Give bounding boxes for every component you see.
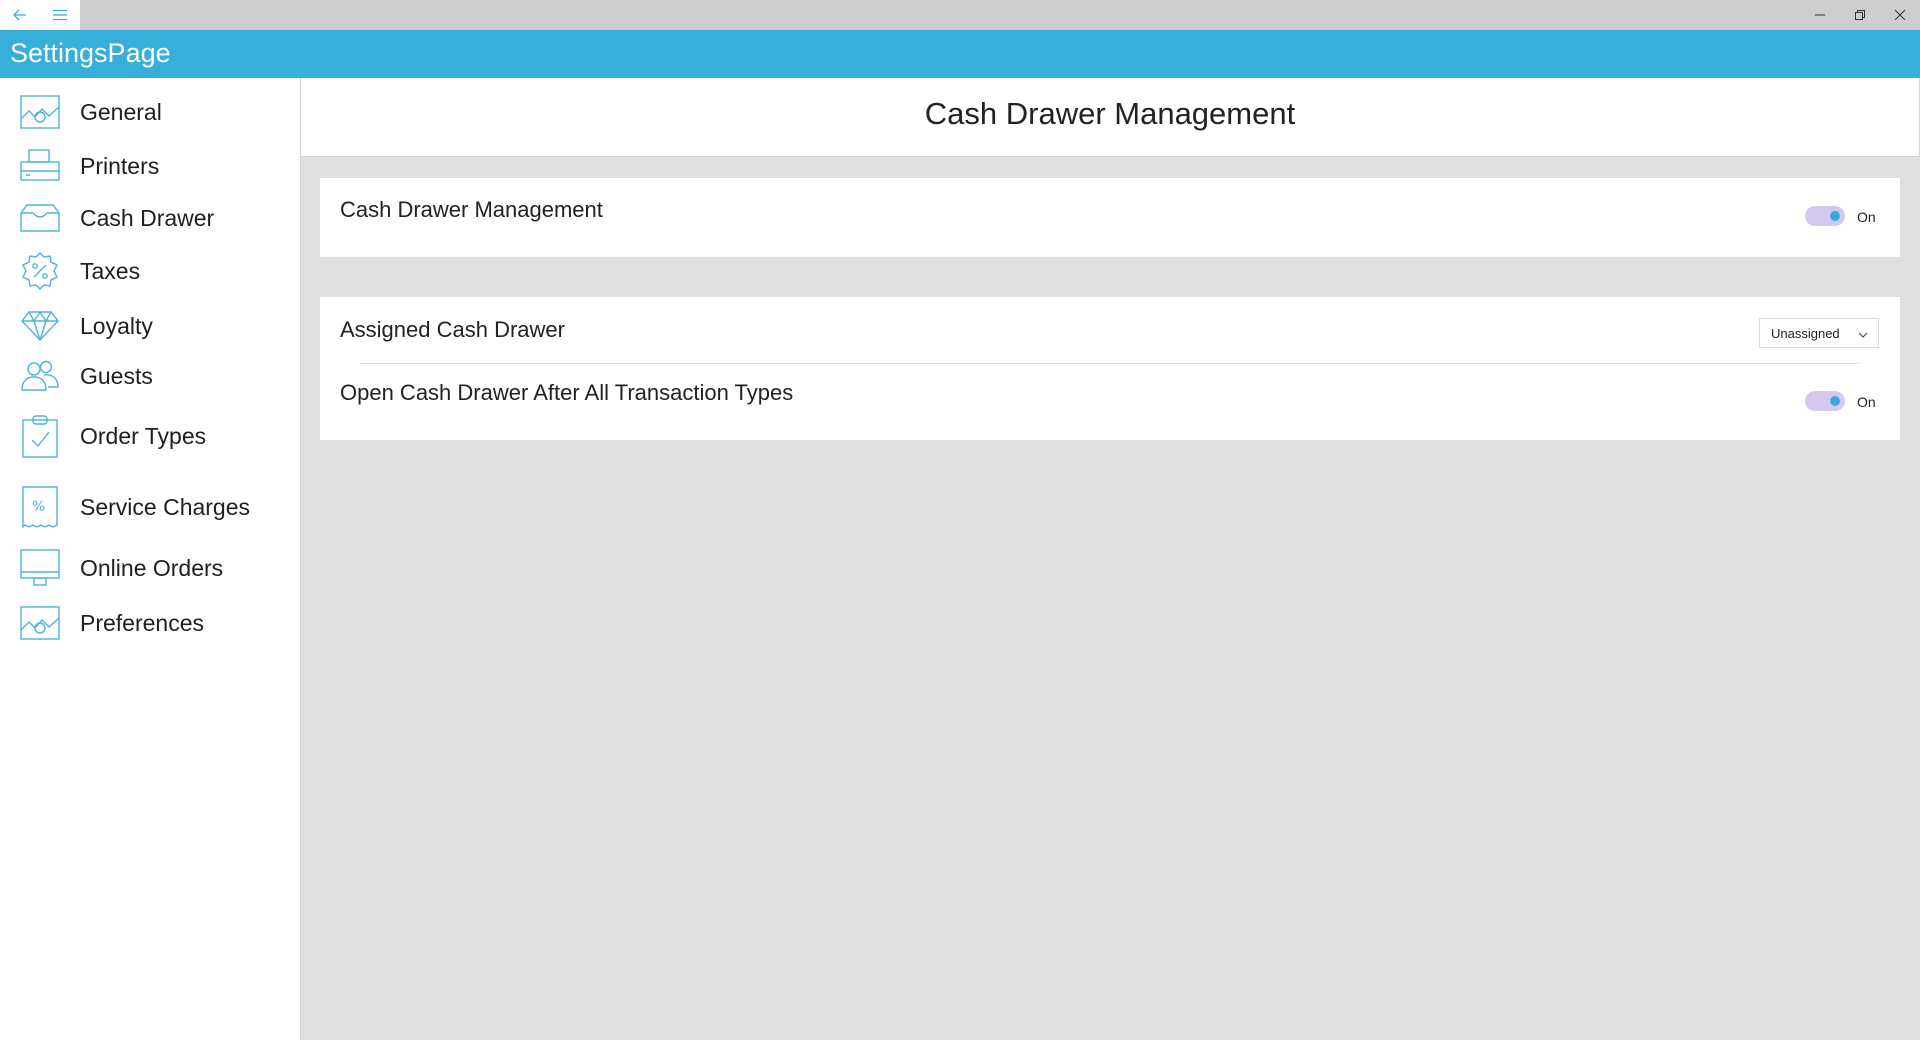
- sidebar-item-label: Loyalty: [80, 312, 153, 339]
- toggle-knob: [1830, 211, 1840, 221]
- title-bar-left-area: [0, 0, 80, 30]
- sidebar-item-preferences[interactable]: Preferences: [0, 598, 300, 648]
- settings-gear-icon: [20, 603, 60, 643]
- sidebar-divider: [300, 78, 301, 1040]
- sidebar-item-order-types[interactable]: Order Types: [0, 411, 300, 461]
- percent-badge-icon: [20, 251, 60, 291]
- sidebar-item-cash-drawer[interactable]: Cash Drawer: [0, 193, 300, 243]
- cash-drawer-management-toggle[interactable]: [1805, 206, 1845, 226]
- toggle-knob: [1830, 396, 1840, 406]
- cash-drawer-icon: [20, 198, 60, 238]
- sidebar-item-online-orders[interactable]: Online Orders: [0, 543, 300, 593]
- svg-text:%: %: [32, 499, 45, 515]
- cash-drawer-management-toggle-state: On: [1857, 209, 1876, 225]
- diamond-icon: [20, 306, 60, 346]
- window-title-bar: [0, 0, 1920, 30]
- cash-drawer-settings-card: Assigned Cash Drawer Unassigned Open Cas…: [320, 297, 1900, 440]
- sidebar: General Printers Cash Drawer Taxes Loyal…: [0, 78, 300, 1040]
- sidebar-item-label: Printers: [80, 152, 160, 179]
- hamburger-icon[interactable]: [40, 0, 80, 30]
- sidebar-item-label: Cash Drawer: [80, 204, 215, 231]
- page-header: Cash Drawer Management: [301, 78, 1920, 157]
- sidebar-item-label: Preferences: [80, 609, 205, 636]
- sidebar-item-label: General: [80, 98, 162, 125]
- guests-icon: [20, 356, 60, 396]
- chevron-down-icon: [1858, 327, 1868, 338]
- sidebar-item-printers[interactable]: Printers: [0, 141, 300, 191]
- sidebar-item-label: Service Charges: [80, 493, 251, 520]
- sidebar-item-label: Order Types: [80, 422, 207, 449]
- clipboard-check-icon: [20, 415, 60, 458]
- receipt-percent-icon: %: [20, 486, 60, 528]
- sidebar-item-guests[interactable]: Guests: [0, 351, 300, 401]
- assigned-cash-drawer-label: Assigned Cash Drawer: [340, 317, 565, 342]
- sidebar-item-label: Online Orders: [80, 554, 224, 581]
- monitor-icon: [20, 548, 60, 588]
- sidebar-item-taxes[interactable]: Taxes: [0, 246, 300, 296]
- settings-gear-icon: [20, 92, 60, 132]
- row-divider: [360, 363, 1860, 364]
- assigned-cash-drawer-dropdown[interactable]: Unassigned: [1759, 318, 1879, 348]
- sidebar-item-label: Guests: [80, 362, 153, 389]
- back-arrow-icon[interactable]: [0, 0, 40, 30]
- cash-drawer-management-label: Cash Drawer Management: [340, 197, 603, 222]
- open-cash-drawer-after-all-toggle-state: On: [1857, 394, 1876, 410]
- sidebar-item-general[interactable]: General: [0, 87, 300, 137]
- app-header: SettingsPage: [0, 30, 1920, 78]
- page-title: Cash Drawer Management: [924, 96, 1296, 131]
- sidebar-item-label: Taxes: [80, 257, 141, 284]
- sidebar-item-loyalty[interactable]: Loyalty: [0, 301, 300, 351]
- app-title: SettingsPage: [10, 38, 171, 68]
- open-cash-drawer-after-all-toggle[interactable]: [1805, 391, 1845, 411]
- restore-icon[interactable]: [1840, 0, 1880, 30]
- sidebar-item-service-charges[interactable]: % Service Charges: [0, 482, 300, 532]
- close-icon[interactable]: [1880, 0, 1920, 30]
- cash-drawer-management-card: Cash Drawer Management On: [320, 178, 1900, 257]
- printer-icon: [20, 146, 60, 186]
- open-cash-drawer-after-all-label: Open Cash Drawer After All Transaction T…: [340, 380, 794, 405]
- minimize-icon[interactable]: [1800, 0, 1840, 30]
- assigned-cash-drawer-value: Unassigned: [1771, 326, 1840, 341]
